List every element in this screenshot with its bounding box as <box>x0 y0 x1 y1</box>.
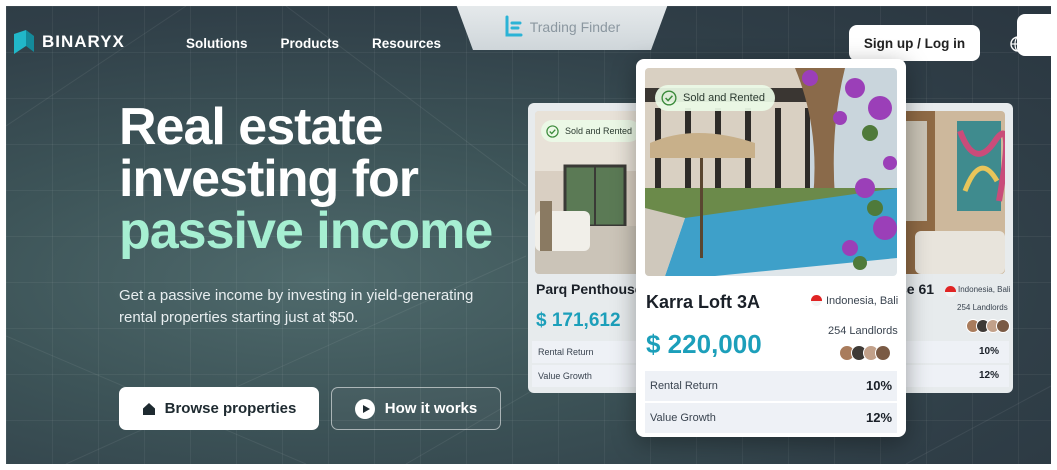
binaryx-logo-icon <box>14 30 34 54</box>
landlord-avatars <box>966 319 1010 333</box>
property-location: Indonesia, Bali <box>958 285 1011 294</box>
rental-return-label: Rental Return <box>650 380 718 392</box>
property-image <box>895 111 1005 274</box>
rental-return-value: 10% <box>866 378 893 393</box>
check-circle-icon <box>546 124 559 138</box>
headline-line-3: passive income <box>119 202 493 260</box>
rental-return-label: Rental Return <box>538 347 594 357</box>
property-card-karra-loft[interactable]: Sold and Rented Karra Loft 3A Indonesia,… <box>636 59 906 437</box>
signup-login-button[interactable]: Sign up / Log in <box>849 25 980 61</box>
trading-finder-watermark: Trading Finder <box>456 6 668 50</box>
indonesia-flag-icon <box>945 286 956 297</box>
value-growth-label: Value Growth <box>538 371 592 381</box>
headline-line-2: investing for <box>119 150 419 208</box>
landlords-count: 254 Landlords <box>828 325 898 337</box>
how-it-works-label: How it works <box>384 400 478 417</box>
property-location: Indonesia, Bali <box>826 295 899 307</box>
hero-subtext: Get a passive income by investing in yie… <box>119 287 474 326</box>
nav-item-resources[interactable]: Resources <box>372 36 441 51</box>
nav-item-products[interactable]: Products <box>281 36 340 51</box>
property-title: Parq Penthouse <box>536 281 643 297</box>
home-icon <box>142 402 155 415</box>
main-nav: Solutions Products Resources <box>186 36 441 51</box>
header-edge-panel <box>1017 14 1051 56</box>
property-card-parq-penthouse[interactable]: Sold and Rented Parq Penthouse $ 171,612… <box>528 103 653 393</box>
status-badge-text: Sold and Rented <box>683 92 765 104</box>
value-growth-value: 12% <box>866 410 893 425</box>
browse-properties-label: Browse properties <box>164 400 297 417</box>
property-title: Karra Loft 3A <box>646 292 761 312</box>
browse-properties-button[interactable]: Browse properties <box>119 387 319 430</box>
landlords-count: 254 Landlords <box>957 303 1008 312</box>
hero-headline: Real estate investing for passive income <box>119 98 493 260</box>
headline-line-1: Real estate <box>119 98 384 156</box>
nav-item-solutions[interactable]: Solutions <box>186 36 248 51</box>
play-icon <box>354 398 375 419</box>
value-growth-value: 12% <box>979 370 1000 381</box>
status-badge: Sold and Rented <box>655 85 775 111</box>
check-circle-icon <box>661 90 677 106</box>
hero-section: BINARYX Solutions Products Resources Tra… <box>6 6 1051 464</box>
property-price: $ 171,612 <box>536 310 621 331</box>
trading-finder-logo-icon <box>505 15 523 37</box>
how-it-works-button[interactable]: How it works <box>331 387 501 430</box>
property-card-right[interactable]: se 61 Indonesia, Bali 254 Landlords 10% … <box>895 103 1013 393</box>
indonesia-flag-icon <box>811 295 822 306</box>
rental-return-value: 10% <box>979 346 1000 357</box>
watermark-text: Trading Finder <box>529 19 621 35</box>
property-price: $ 220,000 <box>646 329 762 359</box>
status-badge-text: Sold and Rented <box>565 126 633 136</box>
value-growth-label: Value Growth <box>650 412 716 424</box>
brand-name: BINARYX <box>42 32 125 51</box>
landlord-avatars <box>839 345 891 361</box>
brand-logo[interactable]: BINARYX <box>14 30 125 54</box>
status-badge: Sold and Rented <box>541 120 641 142</box>
